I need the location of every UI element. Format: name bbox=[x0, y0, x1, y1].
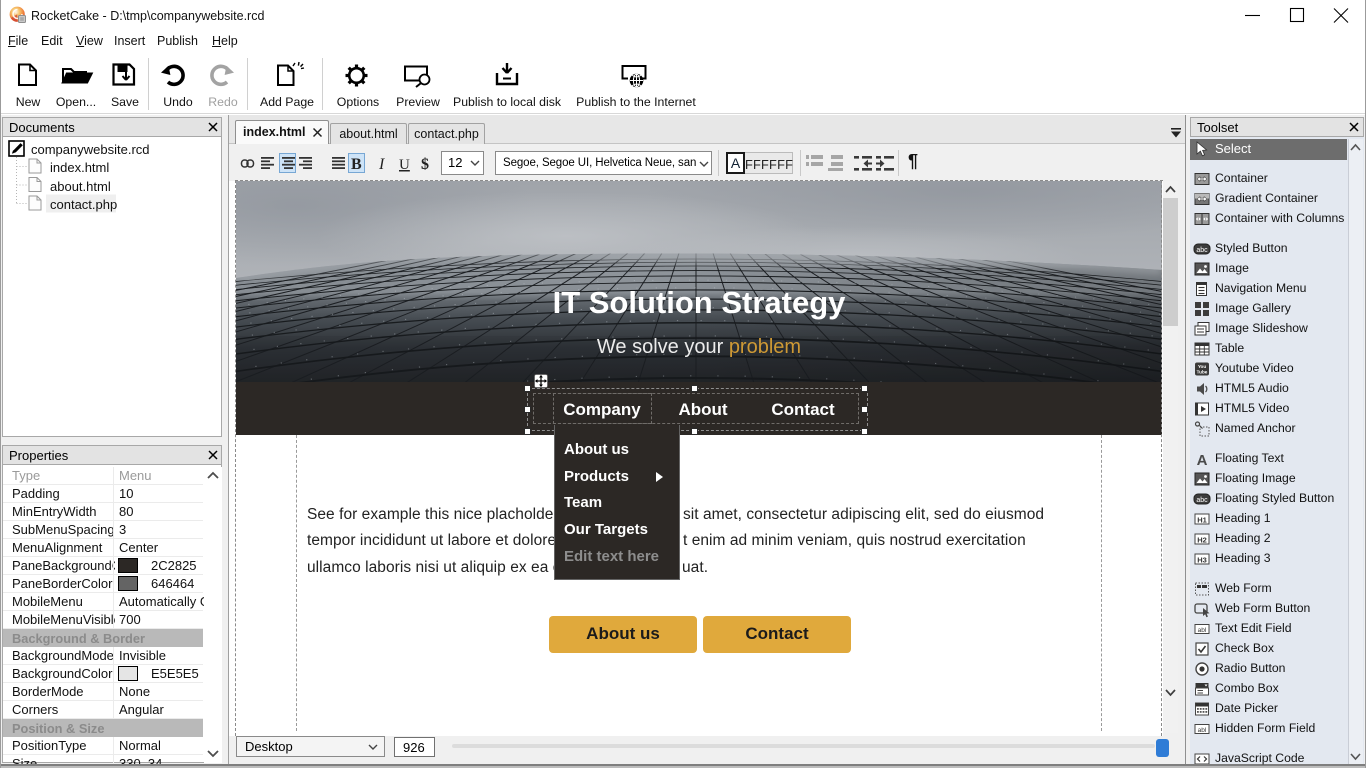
svg-text:You: You bbox=[1198, 364, 1207, 369]
svg-text:H1: H1 bbox=[1197, 516, 1207, 525]
svg-text:U: U bbox=[399, 157, 410, 173]
svg-text:abc: abc bbox=[1196, 497, 1208, 504]
svg-text:abl: abl bbox=[1198, 727, 1207, 734]
svg-text:H2: H2 bbox=[1197, 536, 1207, 545]
svg-text:$: $ bbox=[421, 156, 429, 173]
svg-text:A: A bbox=[1197, 452, 1208, 469]
svg-text:Tube: Tube bbox=[1197, 370, 1208, 375]
svg-text:B: B bbox=[351, 156, 362, 173]
svg-text:abc: abc bbox=[1196, 247, 1208, 254]
svg-text:abl: abl bbox=[1198, 627, 1207, 634]
svg-text:I: I bbox=[378, 156, 385, 173]
svg-text:H3: H3 bbox=[1197, 556, 1207, 565]
